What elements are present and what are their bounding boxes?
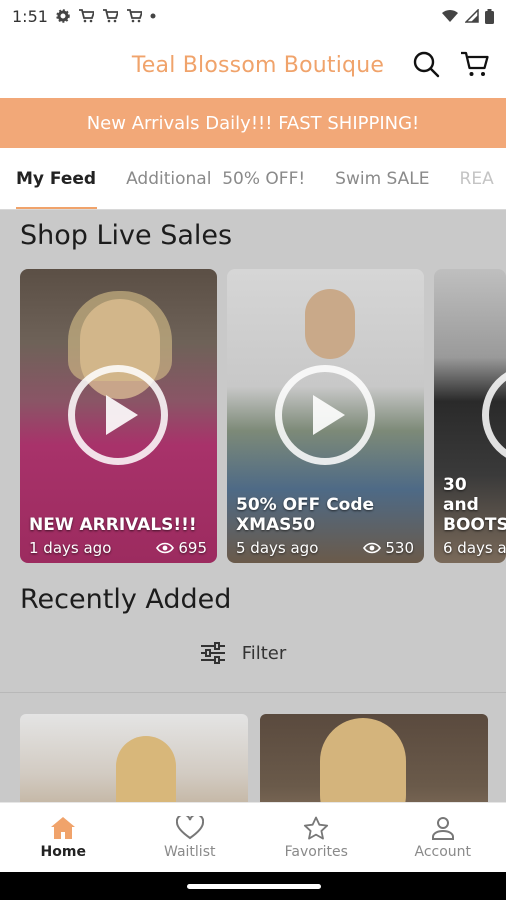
dot-icon bbox=[150, 13, 156, 19]
nav-account[interactable]: Account bbox=[380, 803, 506, 872]
live-sale-title: 30 and BOOTS bbox=[443, 475, 506, 535]
battery-icon bbox=[485, 8, 494, 24]
feed-content: Shop Live Sales NEW ARRIVALS!!! 1 days a… bbox=[0, 210, 506, 802]
heart-icon bbox=[175, 815, 204, 839]
system-icons bbox=[441, 8, 494, 24]
nav-favorites-label: Favorites bbox=[284, 843, 348, 860]
tab-my-feed[interactable]: My Feed bbox=[0, 148, 111, 209]
live-sale-meta: 5 days ago 530 bbox=[236, 539, 414, 557]
play-icon[interactable] bbox=[68, 365, 168, 465]
product-image bbox=[116, 736, 176, 802]
promo-banner[interactable]: New Arrivals Daily!!! FAST SHIPPING! bbox=[0, 98, 506, 148]
cart-icon[interactable] bbox=[460, 50, 490, 78]
bottom-navigation: Home Waitlist Favorites Account bbox=[0, 802, 506, 872]
product-image bbox=[320, 718, 406, 802]
filter-button[interactable]: Filter bbox=[0, 642, 506, 664]
cart-notification-icon bbox=[102, 9, 118, 23]
cart-notification-icon bbox=[126, 9, 142, 23]
account-icon bbox=[431, 816, 454, 840]
tab-rea[interactable]: REA bbox=[445, 148, 506, 209]
eye-icon bbox=[363, 542, 382, 554]
view-count-value: 695 bbox=[178, 539, 207, 557]
header-actions bbox=[412, 50, 490, 78]
live-sale-age: 6 days a bbox=[443, 539, 506, 557]
product-grid bbox=[20, 714, 488, 802]
filter-label: Filter bbox=[241, 642, 287, 664]
view-count: 695 bbox=[156, 539, 207, 557]
nav-favorites[interactable]: Favorites bbox=[253, 803, 380, 872]
live-sale-meta: 6 days a bbox=[443, 539, 506, 557]
status-time: 1:51 bbox=[12, 6, 48, 26]
product-card[interactable] bbox=[260, 714, 488, 802]
live-sales-carousel[interactable]: NEW ARRIVALS!!! 1 days ago 695 50% OFF C… bbox=[20, 269, 506, 563]
wifi-icon bbox=[442, 9, 458, 22]
live-sale-age: 1 days ago bbox=[29, 539, 112, 557]
live-sale-card[interactable]: 30 and BOOTS 6 days a bbox=[434, 269, 506, 563]
signal-icon bbox=[465, 9, 479, 23]
tab-additional-50-off[interactable]: Additional 50% OFF! bbox=[111, 148, 320, 209]
live-sale-card[interactable]: NEW ARRIVALS!!! 1 days ago 695 bbox=[20, 269, 217, 563]
product-card[interactable] bbox=[20, 714, 248, 802]
view-count-value: 530 bbox=[385, 539, 414, 557]
app-header: Teal Blossom Boutique bbox=[0, 32, 506, 98]
live-sale-meta: 1 days ago 695 bbox=[29, 539, 207, 557]
play-icon[interactable] bbox=[275, 365, 375, 465]
settings-gear-icon bbox=[56, 9, 70, 23]
live-sale-age: 5 days ago bbox=[236, 539, 319, 557]
nav-waitlist[interactable]: Waitlist bbox=[127, 803, 254, 872]
tab-swim-sale[interactable]: Swim SALE bbox=[320, 148, 444, 209]
nav-account-label: Account bbox=[414, 843, 472, 860]
nav-waitlist-label: Waitlist bbox=[164, 843, 216, 860]
filter-sliders-icon bbox=[200, 642, 225, 664]
search-icon[interactable] bbox=[412, 50, 440, 78]
nav-home[interactable]: Home bbox=[0, 803, 127, 872]
system-navigation-bar bbox=[0, 872, 506, 900]
eye-icon bbox=[156, 542, 175, 554]
home-gesture-handle[interactable] bbox=[187, 884, 321, 889]
recently-added-title: Recently Added bbox=[20, 584, 232, 615]
divider bbox=[0, 692, 506, 693]
presenter-head bbox=[305, 289, 355, 359]
cart-notification-icon bbox=[78, 9, 94, 23]
live-sale-title: NEW ARRIVALS!!! bbox=[29, 515, 197, 535]
view-count: 530 bbox=[363, 539, 414, 557]
star-icon bbox=[304, 816, 329, 839]
category-tabs: My Feed Additional 50% OFF! Swim SALE RE… bbox=[0, 148, 506, 210]
notification-icons bbox=[56, 9, 156, 23]
shop-live-sales-title: Shop Live Sales bbox=[20, 220, 233, 251]
status-bar: 1:51 bbox=[0, 0, 506, 32]
live-sale-card[interactable]: 50% OFF Code XMAS50 5 days ago 530 bbox=[227, 269, 424, 563]
live-sale-title: 50% OFF Code XMAS50 bbox=[236, 495, 375, 535]
nav-home-label: Home bbox=[40, 843, 86, 860]
home-icon bbox=[51, 816, 76, 839]
